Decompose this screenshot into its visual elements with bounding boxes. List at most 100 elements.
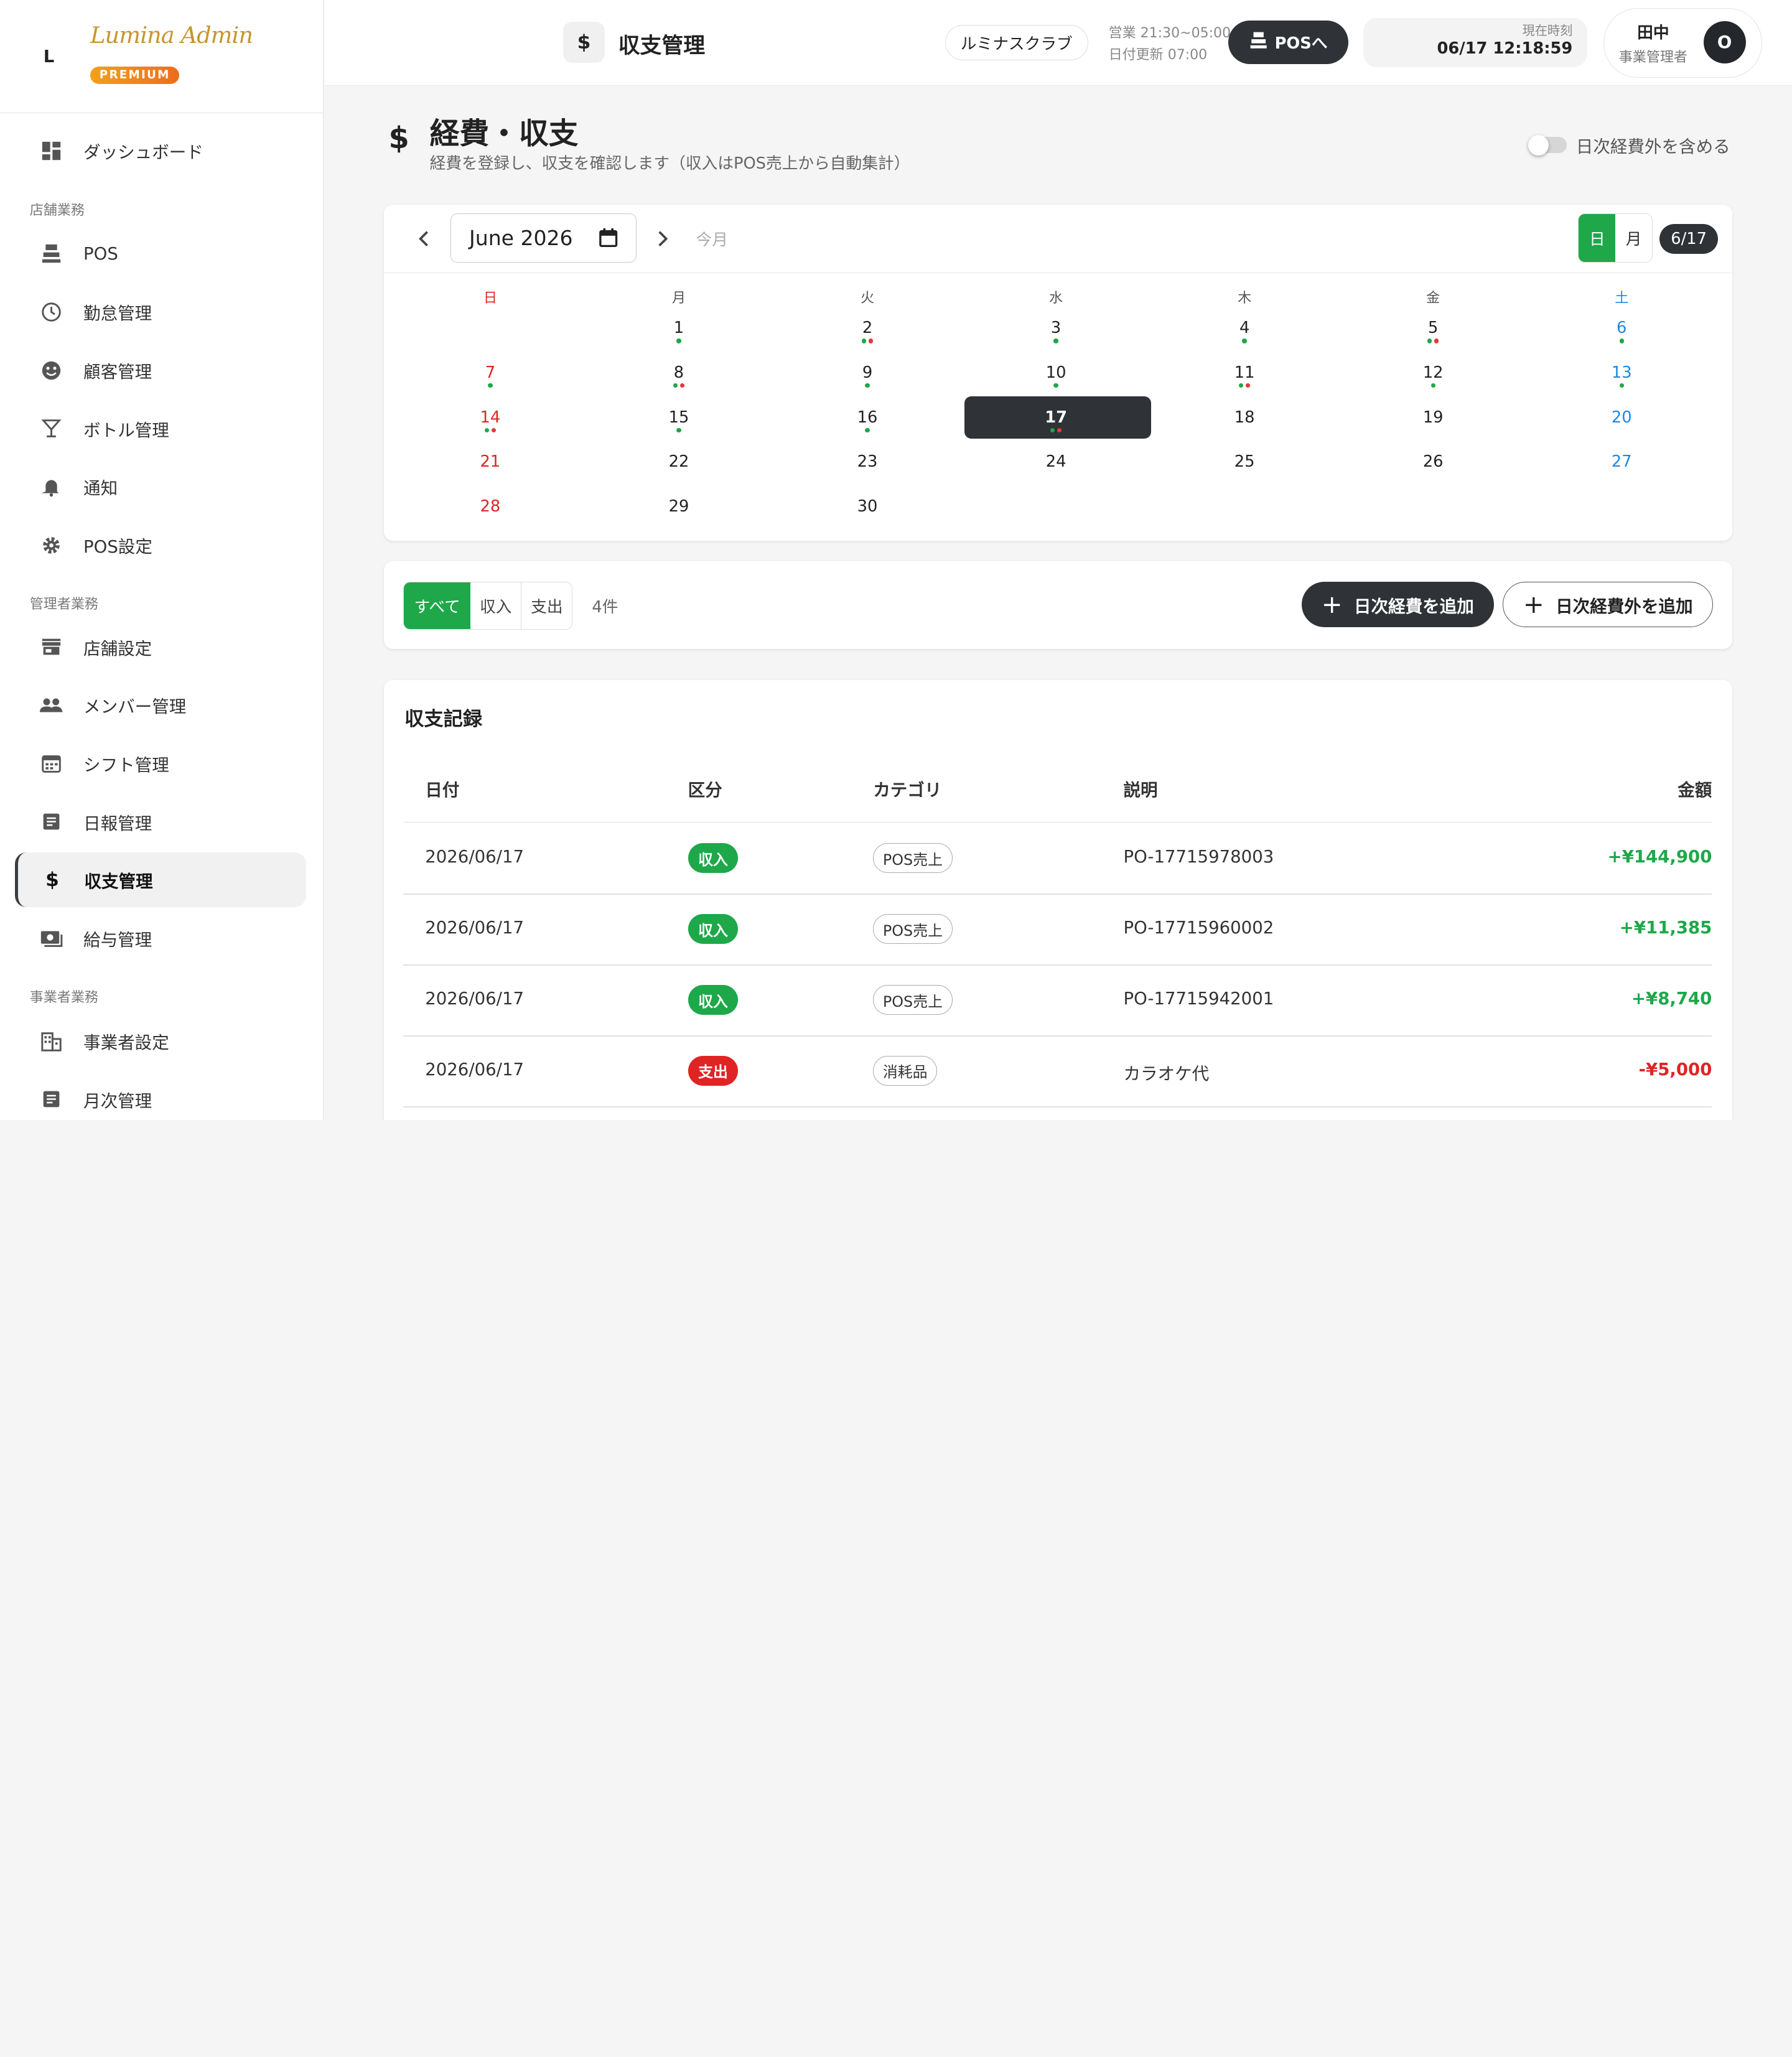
category-chip: POS売上 — [873, 843, 953, 874]
cell-date: 2026/06/17 — [425, 1059, 524, 1080]
calendar-day[interactable]: 12 — [1399, 363, 1467, 389]
calendar-day[interactable]: 6 — [1587, 319, 1656, 344]
next-month-button[interactable] — [649, 225, 676, 253]
calendar-day[interactable]: 3 — [1022, 319, 1090, 344]
sidebar-item-label: 店舗設定 — [83, 638, 152, 659]
app-root: L Lumina Admin PREMIUM ダッシュボード 店舗業務 POS … — [0, 0, 1792, 1120]
calendar-day[interactable]: 23 — [833, 452, 902, 478]
calendar-day[interactable]: 2 — [833, 319, 902, 344]
sidebar-item-daily-reports[interactable]: 日報管理 — [16, 795, 307, 849]
day-indicator-dots — [456, 383, 525, 389]
calendar-day[interactable]: 11 — [1210, 363, 1279, 389]
sidebar-item-store-settings[interactable]: 店舗設定 — [16, 619, 307, 674]
sidebar-item-finance[interactable]: $ 収支管理 — [14, 852, 307, 908]
view-month-button[interactable]: 月 — [1615, 214, 1652, 262]
day-indicator-dots — [645, 338, 713, 344]
calendar-day[interactable]: 18 — [1210, 408, 1279, 434]
calendar-day[interactable]: 19 — [1399, 408, 1467, 434]
filter-expense-button[interactable]: 支出 — [521, 582, 572, 629]
cell-amount: -¥5,000 — [1638, 1059, 1712, 1080]
calendar-icon[interactable] — [599, 228, 618, 252]
calendar-day[interactable]: 4 — [1210, 319, 1279, 344]
sidebar-item-dashboard[interactable]: ダッシュボード — [16, 123, 307, 178]
day-indicator-dots — [1210, 338, 1279, 344]
include-non-daily-toggle[interactable]: 日次経費外を含める — [1528, 133, 1730, 157]
category-chip: POS売上 — [873, 985, 953, 1015]
day-indicator-dots — [833, 427, 902, 434]
brand-name: Lumina Admin — [90, 21, 253, 49]
calendar-day[interactable]: 15 — [645, 408, 713, 434]
view-day-button[interactable]: 日 — [1579, 214, 1616, 263]
day-number: 24 — [1045, 452, 1066, 472]
sidebar-item-bottles[interactable]: ボトル管理 — [16, 401, 307, 456]
column-header-date: 日付 — [425, 780, 460, 801]
clock-label: 現在時刻 — [1522, 22, 1573, 38]
income-dot — [1430, 383, 1435, 388]
type-badge: 収入 — [688, 985, 739, 1015]
calendar-day[interactable]: 29 — [645, 497, 713, 523]
sidebar-item-label: ダッシュボード — [83, 142, 203, 163]
filter-income-button[interactable]: 収入 — [470, 582, 522, 629]
calendar-day[interactable]: 22 — [645, 452, 713, 478]
sidebar-item-label: 顧客管理 — [83, 362, 152, 383]
row-divider — [403, 893, 1712, 895]
cell-description: PO-17715960002 — [1123, 917, 1274, 938]
sidebar-item-pos[interactable]: POS — [16, 226, 307, 281]
calendar-day[interactable]: 9 — [833, 363, 902, 389]
calendar-day[interactable]: 8 — [645, 363, 713, 389]
sidebar-item-payroll[interactable]: 給与管理 — [16, 911, 307, 966]
store-selector[interactable]: ルミナスクラブ — [945, 25, 1088, 61]
sidebar-item-customers[interactable]: 顧客管理 — [16, 343, 307, 398]
calendar-day[interactable]: 26 — [1399, 452, 1467, 478]
calendar-day[interactable]: 5 — [1399, 319, 1467, 344]
calendar-day[interactable]: 10 — [1022, 363, 1090, 389]
calendar-day[interactable]: 20 — [1587, 408, 1656, 434]
type-badge: 収入 — [688, 843, 739, 874]
calendar-day[interactable]: 21 — [456, 452, 525, 478]
sidebar-item-monthly[interactable]: 月次管理 — [16, 1072, 307, 1120]
toggle-switch[interactable] — [1528, 134, 1567, 156]
clock-icon — [40, 301, 63, 324]
calendar-day[interactable]: 25 — [1210, 452, 1279, 478]
pos-button-label: POSへ — [1274, 34, 1328, 54]
avatar[interactable]: O — [1703, 21, 1746, 63]
day-indicator-dots — [833, 383, 902, 389]
sidebar-item-members[interactable]: メンバー管理 — [16, 678, 307, 732]
go-to-pos-button[interactable]: POSへ — [1228, 21, 1349, 64]
expense-dot — [679, 383, 685, 388]
income-dot — [484, 427, 490, 432]
calendar-day[interactable]: 24 — [1022, 452, 1090, 478]
filter-all-button[interactable]: すべて — [404, 582, 470, 629]
this-month-button[interactable]: 今月 — [696, 227, 728, 250]
calendar-day[interactable]: 27 — [1587, 452, 1656, 478]
sidebar-item-business-settings[interactable]: 事業者設定 — [16, 1014, 307, 1068]
row-divider — [403, 1106, 1712, 1108]
column-header-description: 説明 — [1123, 780, 1158, 801]
add-daily-expense-label: 日次経費を追加 — [1353, 596, 1474, 617]
sidebar-item-attendance[interactable]: 勤怠管理 — [16, 284, 307, 339]
type-badge: 収入 — [688, 914, 739, 945]
records-table-card: 収支記録 日付 区分 カテゴリ 説明 金額 2026/06/17 収入 POS売上 P… — [384, 679, 1733, 1120]
header-divider — [403, 821, 1712, 823]
month-picker[interactable]: June 2026 — [450, 213, 637, 263]
prev-month-button[interactable] — [410, 225, 437, 253]
calendar-day[interactable]: 7 — [456, 363, 525, 389]
calendar-day[interactable]: 13 — [1587, 363, 1656, 389]
cell-description: カラオケ代 — [1123, 1063, 1210, 1084]
add-daily-expense-button[interactable]: + 日次経費を追加 — [1301, 581, 1494, 628]
calendar-day[interactable]: 17 — [1022, 408, 1090, 434]
sidebar-item-shifts[interactable]: シフト管理 — [16, 736, 307, 791]
chevron-left-icon — [419, 231, 429, 247]
calendar-day[interactable]: 30 — [833, 497, 902, 523]
user-menu[interactable]: 田中 事業管理者 O — [1603, 7, 1763, 78]
calendar-icon — [40, 752, 63, 775]
add-other-expense-button[interactable]: + 日次経費外を追加 — [1503, 581, 1714, 628]
calendar-day[interactable]: 16 — [833, 408, 902, 434]
calendar-day[interactable]: 1 — [645, 319, 713, 344]
calendar-day[interactable]: 28 — [456, 497, 525, 523]
brand-logo: L — [43, 47, 55, 67]
day-indicator-dots — [1022, 472, 1090, 478]
sidebar-item-notifications[interactable]: 通知 — [16, 459, 307, 514]
calendar-day[interactable]: 14 — [456, 408, 525, 434]
sidebar-item-pos-settings[interactable]: POS設定 — [16, 518, 307, 572]
